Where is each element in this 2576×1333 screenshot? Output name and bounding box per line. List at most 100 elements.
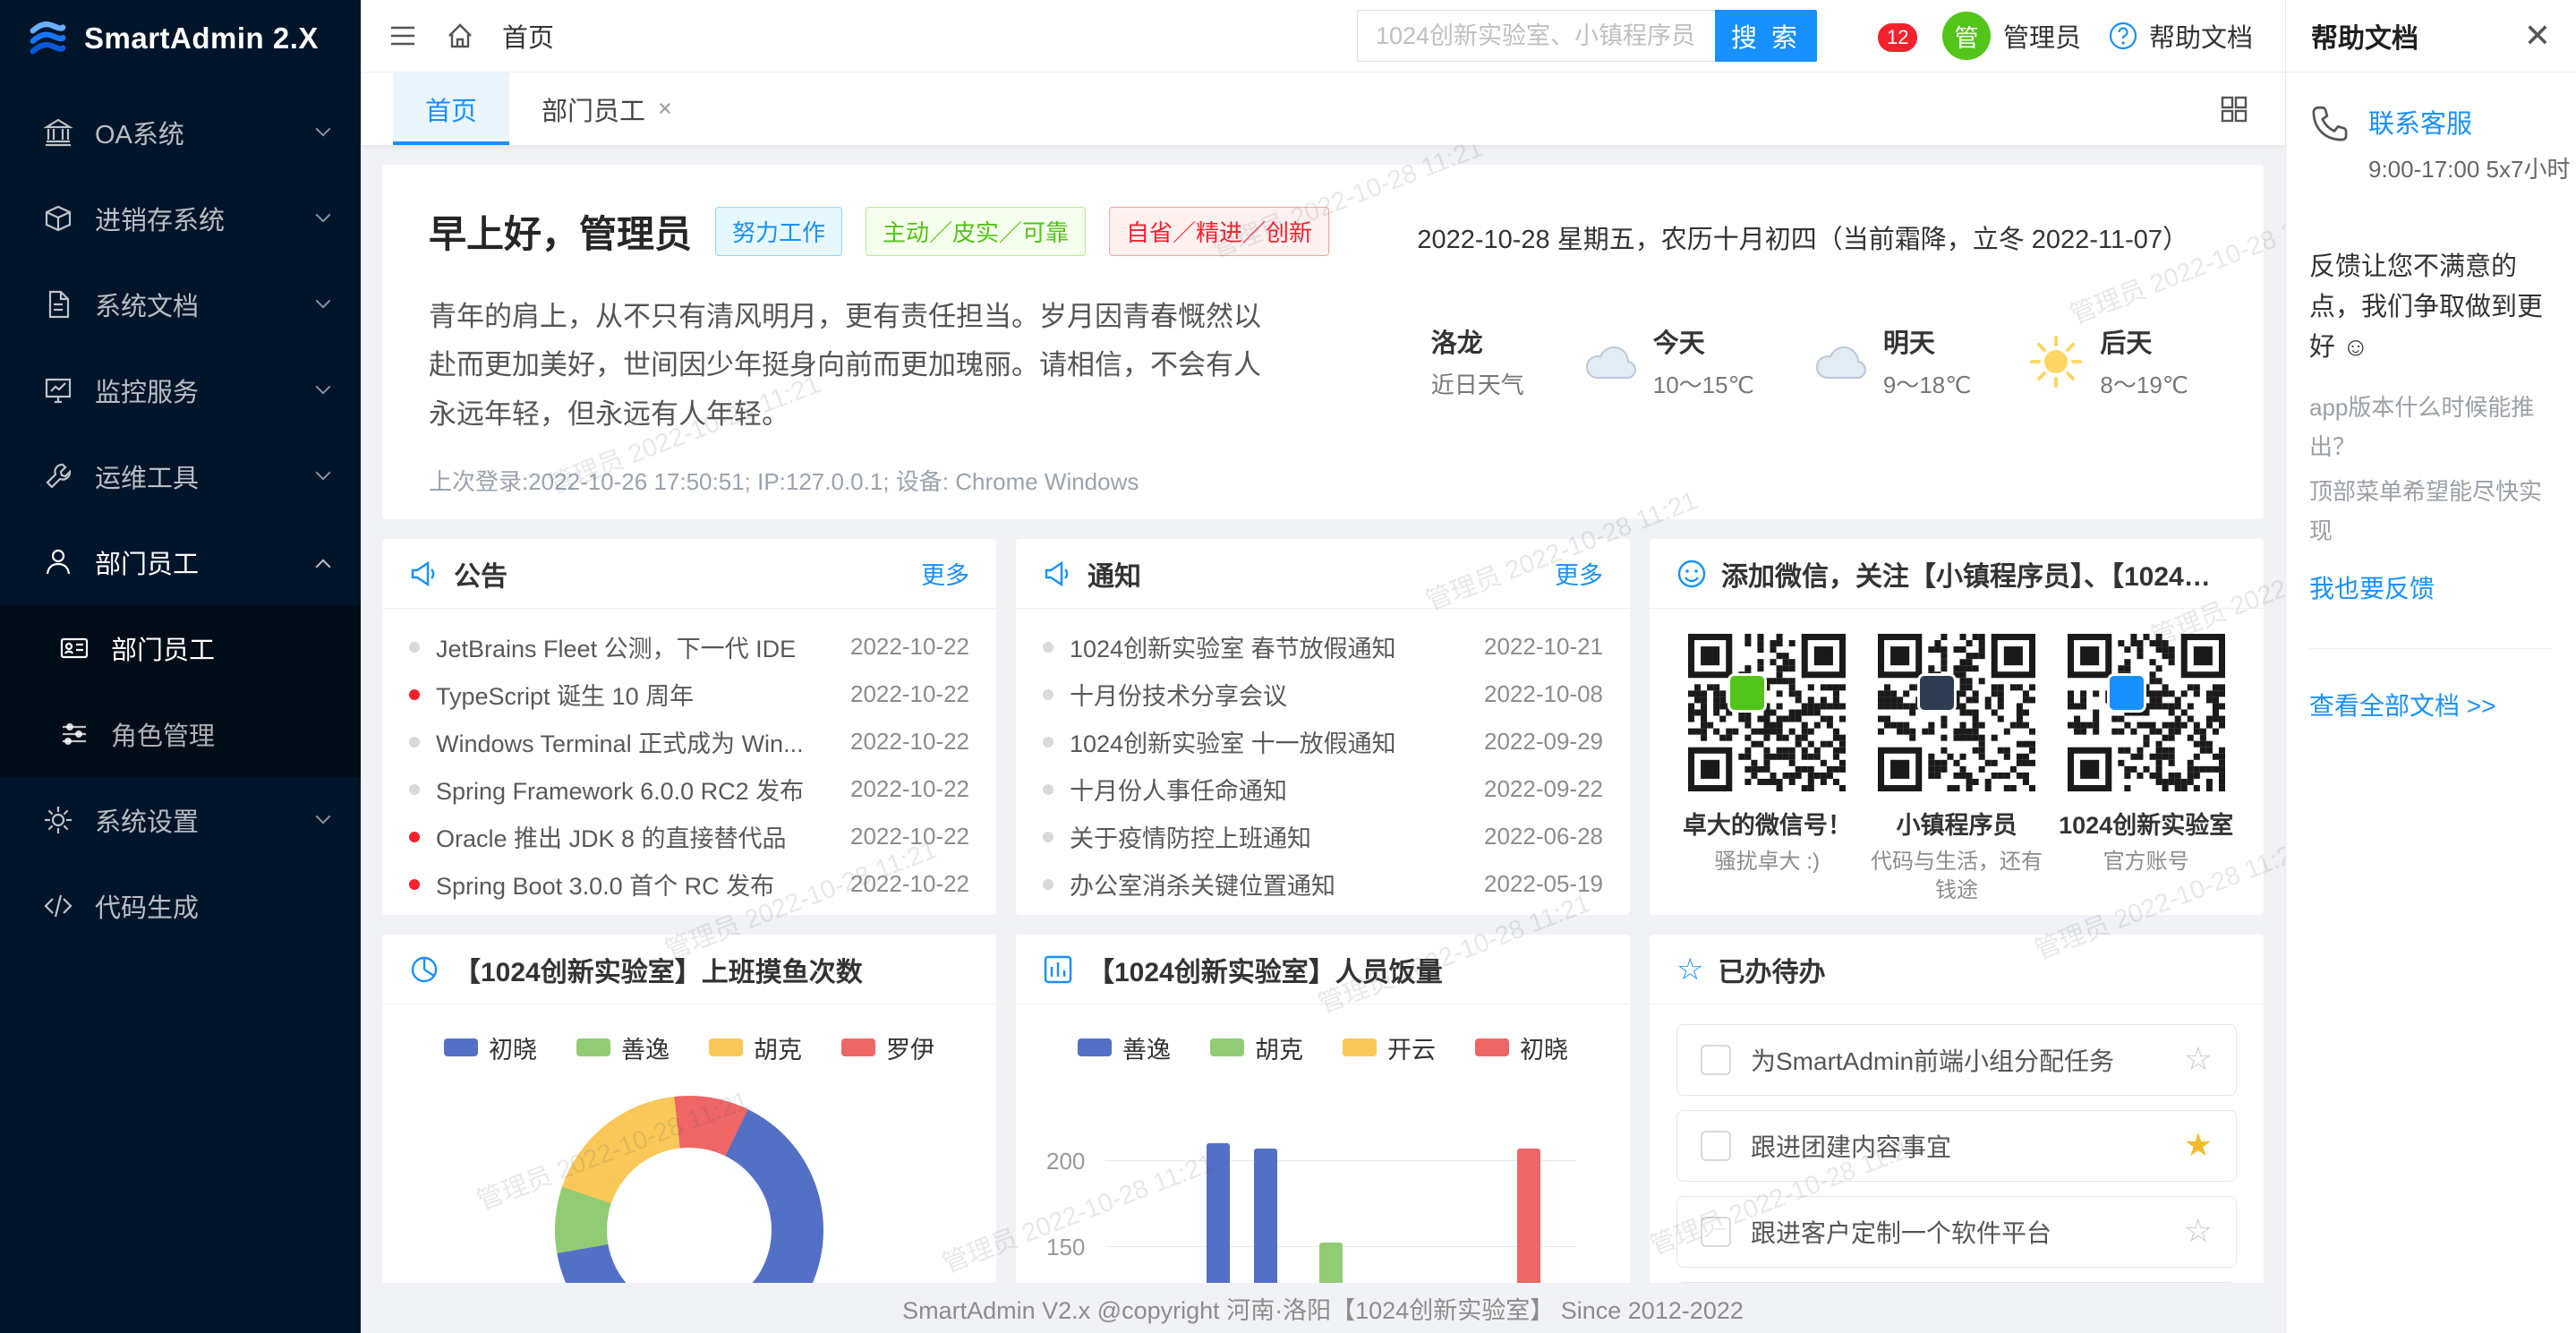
feedback-text: 反馈让您不满意的点，我们争取做到更好 ☺: [2309, 247, 2553, 368]
legend-swatch: [1475, 1038, 1509, 1056]
bullet-dot: [1043, 832, 1053, 842]
announcement-item[interactable]: TypeScript 诞生 10 周年2022-10-22: [409, 671, 969, 718]
question-circle-icon: [2108, 21, 2138, 51]
legend-item[interactable]: 善逸: [576, 1035, 670, 1060]
todo-star-icon[interactable]: ☆: [2184, 1216, 2213, 1248]
bullet-dot: [409, 784, 420, 795]
app-logo[interactable]: SmartAdmin 2.X: [0, 0, 361, 77]
code-icon: [43, 891, 73, 921]
more-link[interactable]: 更多: [921, 556, 969, 591]
tabs-bar: 首页 部门员工 ×: [361, 72, 2285, 145]
help-doc-label: 帮助文档: [2149, 17, 2253, 55]
bullet-dot: [409, 832, 420, 842]
legend-item[interactable]: 初晓: [1475, 1035, 1568, 1060]
sidebar-subitem-role-management[interactable]: 角色管理: [0, 691, 361, 777]
sliders-icon: [59, 719, 90, 749]
notice-item[interactable]: 十月份人事任命通知2022-09-22: [1043, 765, 1603, 813]
sidebar-item-oa[interactable]: OA系统: [0, 90, 361, 175]
legend-item[interactable]: 胡克: [709, 1035, 802, 1060]
todo-star-icon[interactable]: ☆: [2184, 1044, 2213, 1076]
close-tab-icon[interactable]: ×: [658, 95, 672, 123]
more-link[interactable]: 更多: [1555, 556, 1603, 591]
todo-label: 为SmartAdmin前端小组分配任务: [1751, 1042, 2164, 1078]
sidebar-item-label: 进销存系统: [95, 200, 296, 237]
legend-item[interactable]: 开云: [1343, 1035, 1436, 1060]
weather-today: 今天 10～15℃: [1582, 322, 1754, 400]
notice-item[interactable]: 十月份技术分享会议2022-10-08: [1043, 671, 1603, 718]
main-column: 首页 搜 索 12 管 管理员 帮助文档 首页 部门员工 ×: [361, 0, 2285, 1333]
tab-dept-employees[interactable]: 部门员工 ×: [509, 73, 704, 145]
sidebar-item-settings[interactable]: 系统设置: [0, 777, 361, 863]
todo-checkbox[interactable]: [1701, 1131, 1731, 1161]
sidebar-item-erp[interactable]: 进销存系统: [0, 175, 361, 261]
qr-caption-title: 卓大的微信号！: [1683, 806, 1852, 841]
announcement-item[interactable]: Spring Boot 3.0.0 首个 RC 发布2022-10-22: [409, 860, 969, 908]
chevron-down-icon: [316, 466, 331, 481]
sidebar-subitem-label: 角色管理: [111, 715, 328, 753]
phone-icon: [2309, 103, 2350, 144]
breadcrumb[interactable]: 首页: [502, 17, 554, 55]
sidebar-item-ops-tools[interactable]: 运维工具: [0, 433, 361, 519]
legend-item[interactable]: 罗伊: [841, 1035, 934, 1060]
sidebar-item-dept-employees[interactable]: 部门员工: [0, 519, 361, 605]
sidebar: SmartAdmin 2.X OA系统 进销存系统 系统文档 监控服务 运维工具: [0, 0, 361, 1333]
bullet-dot: [409, 689, 420, 700]
legend-item[interactable]: 初晓: [444, 1035, 537, 1060]
notice-item[interactable]: 办公室消杀关键位置通知2022-05-19: [1043, 860, 1603, 908]
weather-day-temp: 9～18℃: [1883, 367, 1972, 400]
sidebar-item-monitor[interactable]: 监控服务: [0, 347, 361, 433]
card-title: 已办待办: [1718, 950, 1825, 989]
bar-善逸: [1254, 1149, 1277, 1283]
bullet-dot: [1043, 737, 1053, 748]
todo-checkbox[interactable]: [1701, 1045, 1731, 1075]
bar-legend: 善逸 胡克 开云 初晓: [1016, 1035, 1630, 1060]
contact-support-link[interactable]: 联系客服: [2368, 103, 2570, 141]
sidebar-item-label: 系统文档: [95, 286, 296, 323]
todo-checkbox[interactable]: [1701, 1217, 1731, 1247]
todo-star-icon[interactable]: ★: [2184, 1130, 2213, 1162]
monitor-icon: [43, 375, 73, 406]
sidebar-item-label: 代码生成: [95, 887, 328, 925]
tabs-options[interactable]: [2219, 73, 2249, 145]
fishing-donut: [555, 1096, 823, 1283]
legend-item[interactable]: 善逸: [1078, 1035, 1171, 1060]
notification-badge: 12: [1876, 21, 1919, 54]
help-doc-button[interactable]: 帮助文档: [2108, 17, 2253, 55]
legend-swatch: [576, 1038, 610, 1056]
search-button[interactable]: 搜 索: [1715, 10, 1817, 62]
all-docs-link[interactable]: 查看全部文档 >>: [2309, 687, 2553, 722]
wrench-icon: [43, 461, 73, 491]
bullet-dot: [409, 642, 420, 653]
gridline: 200: [1105, 1160, 1576, 1161]
sidebar-item-label: 部门员工: [95, 543, 296, 581]
sidebar-item-code-generator[interactable]: 代码生成: [0, 863, 361, 949]
legend-swatch: [1078, 1038, 1112, 1056]
megaphone-icon: [409, 559, 439, 589]
legend-item[interactable]: 胡克: [1210, 1035, 1303, 1060]
sidebar-subitem-dept-employees[interactable]: 部门员工: [0, 605, 361, 691]
sidebar-item-docs[interactable]: 系统文档: [0, 261, 361, 347]
announcement-item[interactable]: Oracle 推出 JDK 8 的直接替代品2022-10-22: [409, 813, 969, 860]
home-icon[interactable]: [445, 21, 475, 51]
collapse-menu-icon[interactable]: [388, 21, 418, 51]
announcement-item[interactable]: JetBrains Fleet 公测，下一代 IDE2022-10-22: [409, 623, 969, 671]
feedback-link[interactable]: 我也要反馈: [2309, 569, 2553, 605]
qr-logo: [1917, 673, 1957, 713]
notice-item[interactable]: 1024创新实验室 十一放假通知2022-09-29: [1043, 718, 1603, 765]
card-title: 添加微信，关注【小镇程序员】、【1024创新实验室】: [1721, 554, 2237, 594]
announcement-item[interactable]: Spring Framework 6.0.0 RC2 发布2022-10-22: [409, 765, 969, 813]
notice-item[interactable]: 1024创新实验室 春节放假通知2022-10-21: [1043, 623, 1603, 671]
qr-code: [1878, 634, 2035, 791]
notice-card: 通知 更多 1024创新实验室 春节放假通知2022-10-21 十月份技术分享…: [1016, 539, 1630, 915]
bullet-dot: [409, 737, 420, 748]
todo-label: 跟进团建内容事宜: [1751, 1128, 2164, 1164]
close-icon[interactable]: ✕: [2524, 20, 2551, 52]
notice-item[interactable]: 关于疫情防控上班通知2022-06-28: [1043, 813, 1603, 860]
announcement-item[interactable]: Windows Terminal 正式成为 Win...2022-10-22: [409, 718, 969, 765]
search-input[interactable]: [1357, 10, 1715, 62]
bar-chart-icon: [1043, 954, 1073, 985]
user-menu[interactable]: 管 管理员: [1942, 12, 2081, 60]
chevron-down-icon: [316, 809, 331, 825]
tab-home[interactable]: 首页: [393, 73, 509, 145]
chevron-down-icon: [316, 208, 331, 223]
